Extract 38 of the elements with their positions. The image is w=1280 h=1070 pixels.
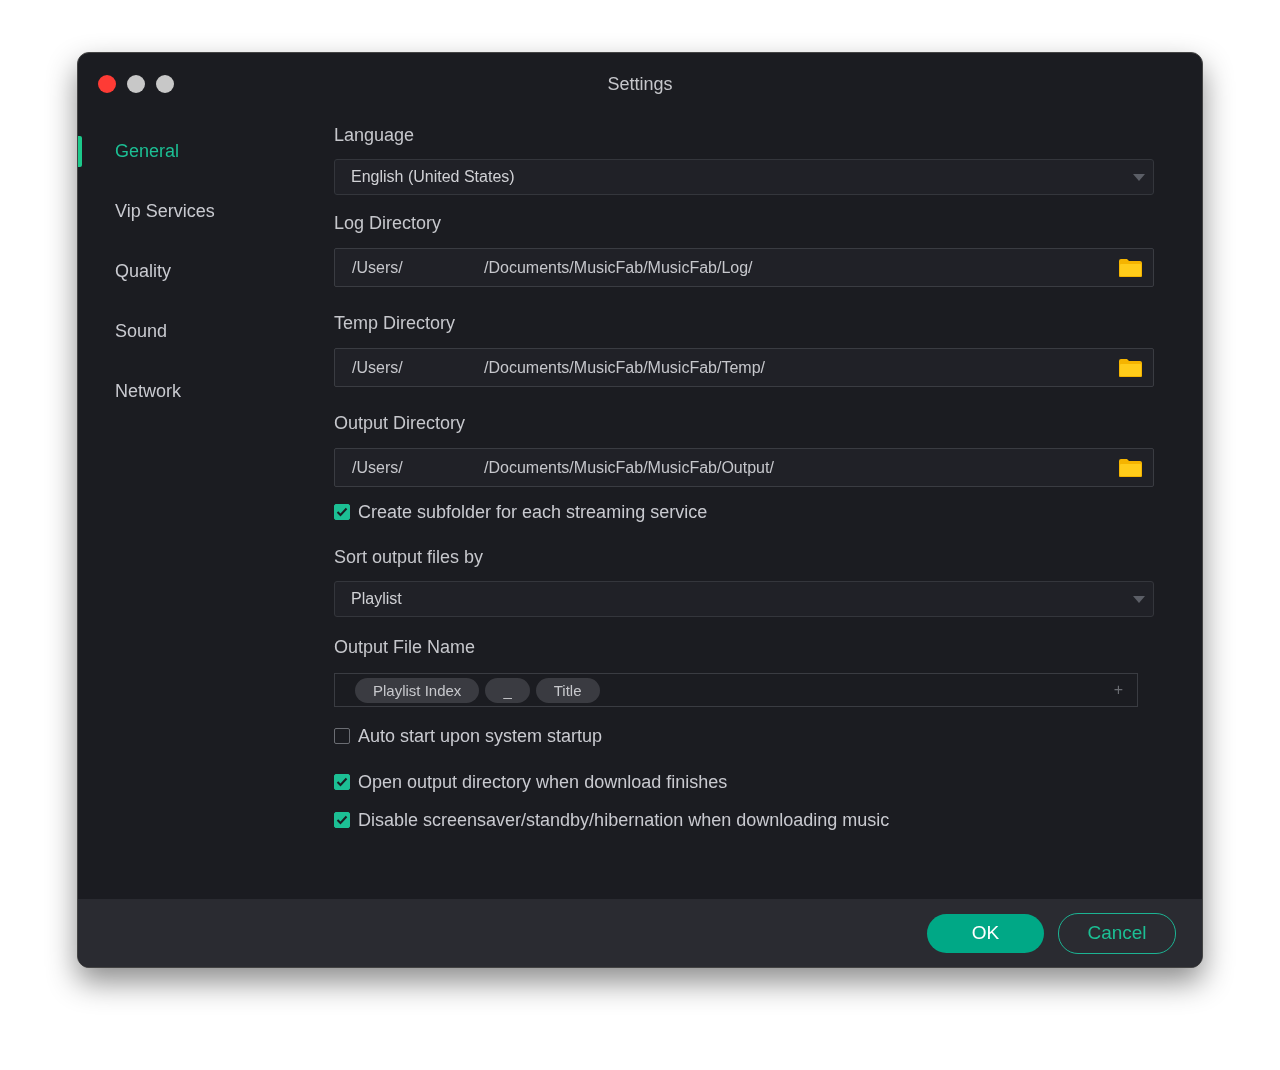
folder-icon[interactable] — [1118, 257, 1143, 278]
sidebar-item[interactable]: Sound — [78, 309, 334, 369]
checkbox[interactable] — [334, 812, 350, 828]
zoom-button[interactable] — [156, 75, 174, 93]
sidebar-item[interactable]: Quality — [78, 249, 334, 309]
checkbox[interactable] — [334, 774, 350, 790]
caret-icon — [1133, 173, 1145, 181]
checkbox-label: Disable screensaver/standby/hibernation when downloading music — [358, 809, 890, 831]
field-label: Language — [334, 125, 416, 145]
field-label: Output File Name — [334, 637, 477, 657]
window-title: Settings — [607, 73, 673, 95]
token-chip[interactable]: Playlist Index — [355, 677, 480, 703]
close-button[interactable] — [98, 75, 116, 93]
checkbox-label: Create subfolder for each streaming service — [358, 501, 708, 523]
sidebar-item[interactable]: General — [78, 129, 334, 189]
field-label: Temp Directory — [334, 313, 457, 333]
folder-icon[interactable] — [1118, 457, 1143, 478]
field-label: Log Directory — [334, 213, 443, 233]
field-label: Sort output files by — [334, 547, 485, 567]
checkbox-label: Open output directory when download finishes — [358, 771, 728, 793]
dropdown[interactable]: English (United States) — [334, 159, 1154, 195]
sidebar-item[interactable]: Network — [78, 369, 334, 429]
checkbox[interactable] — [334, 504, 350, 520]
checkbox-label: Auto start upon system startup — [358, 725, 603, 747]
sidebar-item[interactable]: Vip Services — [78, 189, 334, 249]
dropdown[interactable]: Playlist — [334, 581, 1154, 617]
path-field[interactable]: /Users/ /Documents/MusicFab/MusicFab/Output/ — [334, 448, 1154, 487]
path-field[interactable]: /Users/ /Documents/MusicFab/MusicFab/Temp/ — [334, 348, 1154, 387]
field-label: Output Directory — [334, 413, 467, 433]
cancel-button[interactable]: Cancel — [1058, 912, 1176, 954]
token-chip[interactable]: Title — [535, 677, 600, 703]
token-chip[interactable]: _ — [485, 677, 530, 703]
minimize-button[interactable] — [127, 75, 145, 93]
checkbox[interactable] — [334, 728, 350, 744]
folder-icon[interactable] — [1118, 357, 1143, 378]
filename-pattern-field[interactable]: Playlist Index _ Title + — [334, 673, 1138, 707]
path-field[interactable]: /Users/ /Documents/MusicFab/MusicFab/Log/ — [334, 248, 1154, 287]
caret-icon — [1133, 595, 1145, 603]
